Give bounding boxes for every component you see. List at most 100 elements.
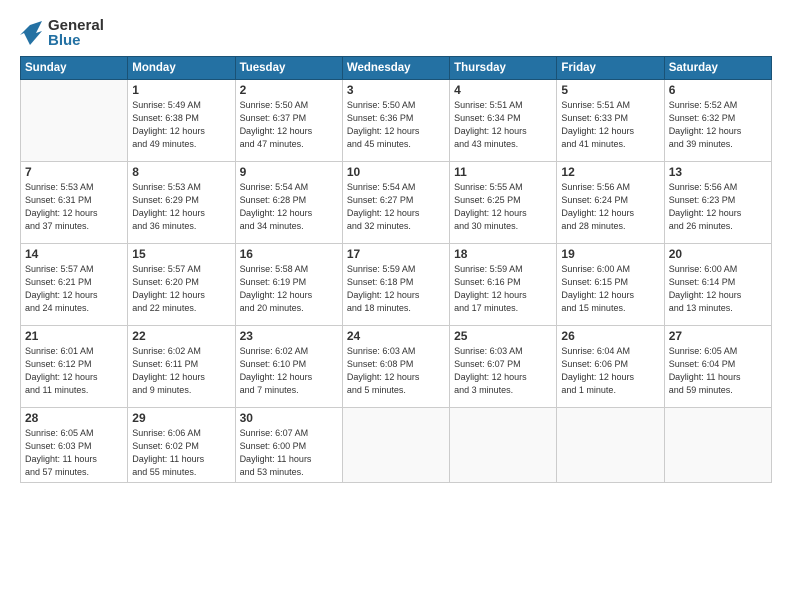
day-number: 19: [561, 247, 659, 261]
calendar-cell: [342, 408, 449, 483]
weekday-header-friday: Friday: [557, 57, 664, 80]
weekday-header-sunday: Sunday: [21, 57, 128, 80]
calendar-cell: 17 Sunrise: 5:59 AM Sunset: 6:18 PM Dayli…: [342, 244, 449, 326]
day-number: 12: [561, 165, 659, 179]
calendar-cell: 8 Sunrise: 5:53 AM Sunset: 6:29 PM Daylig…: [128, 162, 235, 244]
day-info: Sunrise: 6:00 AM Sunset: 6:15 PM Dayligh…: [561, 263, 659, 315]
day-number: 28: [25, 411, 123, 425]
day-info: Sunrise: 5:50 AM Sunset: 6:37 PM Dayligh…: [240, 99, 338, 151]
calendar-cell: 19 Sunrise: 6:00 AM Sunset: 6:15 PM Dayli…: [557, 244, 664, 326]
day-info: Sunrise: 5:54 AM Sunset: 6:27 PM Dayligh…: [347, 181, 445, 233]
day-number: 17: [347, 247, 445, 261]
day-number: 5: [561, 83, 659, 97]
weekday-header-monday: Monday: [128, 57, 235, 80]
page: GeneralBlue SundayMondayTuesdayWednesday…: [0, 0, 792, 612]
calendar-cell: 28 Sunrise: 6:05 AM Sunset: 6:03 PM Dayli…: [21, 408, 128, 483]
day-info: Sunrise: 5:55 AM Sunset: 6:25 PM Dayligh…: [454, 181, 552, 233]
calendar-cell: 24 Sunrise: 6:03 AM Sunset: 6:08 PM Dayli…: [342, 326, 449, 408]
day-number: 1: [132, 83, 230, 97]
day-info: Sunrise: 5:50 AM Sunset: 6:36 PM Dayligh…: [347, 99, 445, 151]
calendar-cell: 6 Sunrise: 5:52 AM Sunset: 6:32 PM Daylig…: [664, 80, 771, 162]
day-number: 20: [669, 247, 767, 261]
day-number: 13: [669, 165, 767, 179]
weekday-header-wednesday: Wednesday: [342, 57, 449, 80]
day-info: Sunrise: 5:49 AM Sunset: 6:38 PM Dayligh…: [132, 99, 230, 151]
day-info: Sunrise: 5:52 AM Sunset: 6:32 PM Dayligh…: [669, 99, 767, 151]
calendar-cell: 15Sunrise: 5:57 AM Sunset: 6:20 PM Dayli…: [128, 244, 235, 326]
day-info: Sunrise: 5:53 AM Sunset: 6:31 PM Dayligh…: [25, 181, 123, 233]
day-number: 26: [561, 329, 659, 343]
day-info: Sunrise: 5:57 AM Sunset: 6:21 PM Dayligh…: [25, 263, 123, 315]
day-number: 29: [132, 411, 230, 425]
calendar-cell: [664, 408, 771, 483]
calendar: SundayMondayTuesdayWednesdayThursdayFrid…: [20, 56, 772, 483]
day-info: Sunrise: 5:59 AM Sunset: 6:16 PM Dayligh…: [454, 263, 552, 315]
day-info: Sunrise: 5:53 AM Sunset: 6:29 PM Dayligh…: [132, 181, 230, 233]
day-number: 25: [454, 329, 552, 343]
day-number: 16: [240, 247, 338, 261]
calendar-cell: 22 Sunrise: 6:02 AM Sunset: 6:11 PM Dayli…: [128, 326, 235, 408]
weekday-header-saturday: Saturday: [664, 57, 771, 80]
calendar-cell: 27 Sunrise: 6:05 AM Sunset: 6:04 PM Dayli…: [664, 326, 771, 408]
calendar-cell: 13 Sunrise: 5:56 AM Sunset: 6:23 PM Dayli…: [664, 162, 771, 244]
calendar-cell: 29 Sunrise: 6:06 AM Sunset: 6:02 PM Dayli…: [128, 408, 235, 483]
day-info: Sunrise: 6:01 AM Sunset: 6:12 PM Dayligh…: [25, 345, 123, 397]
calendar-cell: 7 Sunrise: 5:53 AM Sunset: 6:31 PM Daylig…: [21, 162, 128, 244]
day-info: Sunrise: 6:07 AM Sunset: 6:00 PM Dayligh…: [240, 427, 338, 479]
day-info: Sunrise: 6:03 AM Sunset: 6:07 PM Dayligh…: [454, 345, 552, 397]
day-info: Sunrise: 6:00 AM Sunset: 6:14 PM Dayligh…: [669, 263, 767, 315]
calendar-cell: 5 Sunrise: 5:51 AM Sunset: 6:33 PM Daylig…: [557, 80, 664, 162]
day-info: Sunrise: 6:05 AM Sunset: 6:03 PM Dayligh…: [25, 427, 123, 479]
day-info: Sunrise: 5:58 AM Sunset: 6:19 PM Dayligh…: [240, 263, 338, 315]
calendar-cell: 25 Sunrise: 6:03 AM Sunset: 6:07 PM Dayli…: [450, 326, 557, 408]
weekday-header-tuesday: Tuesday: [235, 57, 342, 80]
day-info: Sunrise: 5:54 AM Sunset: 6:28 PM Dayligh…: [240, 181, 338, 233]
day-number: 8: [132, 165, 230, 179]
day-number: 15: [132, 247, 230, 261]
day-info: Sunrise: 5:51 AM Sunset: 6:33 PM Dayligh…: [561, 99, 659, 151]
day-number: 21: [25, 329, 123, 343]
logo-bird-icon: [20, 21, 42, 45]
day-number: 18: [454, 247, 552, 261]
day-info: Sunrise: 6:03 AM Sunset: 6:08 PM Dayligh…: [347, 345, 445, 397]
day-number: 3: [347, 83, 445, 97]
day-number: 11: [454, 165, 552, 179]
calendar-cell: 11 Sunrise: 5:55 AM Sunset: 6:25 PM Dayli…: [450, 162, 557, 244]
logo: GeneralBlue: [20, 18, 110, 48]
day-number: 24: [347, 329, 445, 343]
day-info: Sunrise: 5:56 AM Sunset: 6:24 PM Dayligh…: [561, 181, 659, 233]
day-info: Sunrise: 5:51 AM Sunset: 6:34 PM Dayligh…: [454, 99, 552, 151]
day-number: 27: [669, 329, 767, 343]
weekday-header-thursday: Thursday: [450, 57, 557, 80]
day-number: 6: [669, 83, 767, 97]
day-number: 10: [347, 165, 445, 179]
day-info: Sunrise: 5:59 AM Sunset: 6:18 PM Dayligh…: [347, 263, 445, 315]
calendar-cell: 14 Sunrise: 5:57 AM Sunset: 6:21 PM Dayli…: [21, 244, 128, 326]
calendar-cell: 30 Sunrise: 6:07 AM Sunset: 6:00 PM Dayli…: [235, 408, 342, 483]
day-info: Sunrise: 6:04 AM Sunset: 6:06 PM Dayligh…: [561, 345, 659, 397]
calendar-cell: 23 Sunrise: 6:02 AM Sunset: 6:10 PM Dayli…: [235, 326, 342, 408]
calendar-cell: [557, 408, 664, 483]
calendar-cell: 26 Sunrise: 6:04 AM Sunset: 6:06 PM Dayli…: [557, 326, 664, 408]
day-info: Sunrise: 6:02 AM Sunset: 6:10 PM Dayligh…: [240, 345, 338, 397]
day-info: Sunrise: 6:06 AM Sunset: 6:02 PM Dayligh…: [132, 427, 230, 479]
day-number: 4: [454, 83, 552, 97]
day-number: 30: [240, 411, 338, 425]
day-number: 22: [132, 329, 230, 343]
day-info: Sunrise: 6:02 AM Sunset: 6:11 PM Dayligh…: [132, 345, 230, 397]
calendar-cell: 1 Sunrise: 5:49 AM Sunset: 6:38 PM Daylig…: [128, 80, 235, 162]
calendar-cell: [450, 408, 557, 483]
day-number: 2: [240, 83, 338, 97]
calendar-cell: 20 Sunrise: 6:00 AM Sunset: 6:14 PM Dayli…: [664, 244, 771, 326]
calendar-cell: 12 Sunrise: 5:56 AM Sunset: 6:24 PM Dayli…: [557, 162, 664, 244]
day-number: 23: [240, 329, 338, 343]
day-info: Sunrise: 6:05 AM Sunset: 6:04 PM Dayligh…: [669, 345, 767, 397]
day-info: Sunrise: 5:56 AM Sunset: 6:23 PM Dayligh…: [669, 181, 767, 233]
header: GeneralBlue: [20, 18, 772, 48]
day-number: 7: [25, 165, 123, 179]
calendar-cell: 21 Sunrise: 6:01 AM Sunset: 6:12 PM Dayli…: [21, 326, 128, 408]
day-number: 14: [25, 247, 123, 261]
calendar-cell: 16 Sunrise: 5:58 AM Sunset: 6:19 PM Dayli…: [235, 244, 342, 326]
calendar-cell: 3 Sunrise: 5:50 AM Sunset: 6:36 PM Daylig…: [342, 80, 449, 162]
calendar-cell: 2 Sunrise: 5:50 AM Sunset: 6:37 PM Daylig…: [235, 80, 342, 162]
